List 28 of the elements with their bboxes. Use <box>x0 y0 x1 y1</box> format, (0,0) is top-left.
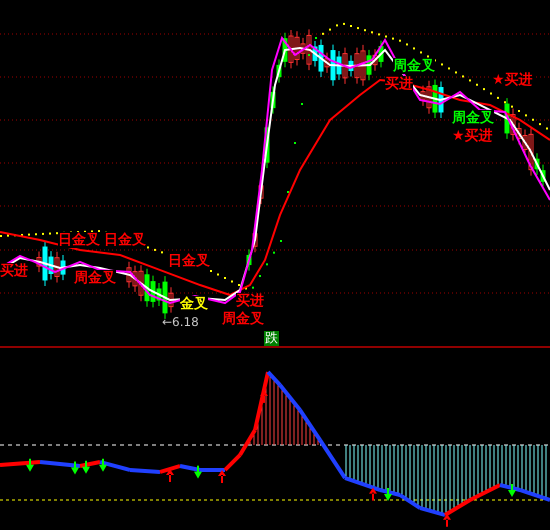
up-arrow-icon <box>218 470 226 483</box>
signal-label: 周金叉 <box>222 311 264 327</box>
signal-label: 周金叉 <box>74 270 116 286</box>
down-arrow-icon <box>384 488 392 501</box>
signal-label: 金叉 <box>180 296 208 312</box>
signal-label: 周金叉 <box>452 110 494 126</box>
signal-label: 日金叉 <box>168 253 210 269</box>
up-arrow-icon <box>166 469 174 482</box>
up-arrow-icon <box>260 390 268 403</box>
signal-label: 日金叉 <box>58 232 100 248</box>
signal-label: 买进 <box>385 76 413 92</box>
signal-label: ★买进 <box>452 128 493 144</box>
candlestick <box>270 86 276 114</box>
signal-label: 周金叉 <box>393 58 435 74</box>
fall-badge: 跌 <box>264 331 279 346</box>
signal-label: 买进 <box>0 263 28 279</box>
up-arrow-icon <box>443 514 451 527</box>
signal-label: 日金叉 <box>104 232 146 248</box>
down-arrow-icon <box>194 466 202 479</box>
down-arrow-icon <box>26 458 34 472</box>
down-arrow-icon <box>99 458 107 472</box>
price-label: ←6.18 <box>162 315 199 329</box>
signal-label: 买进 <box>236 293 264 309</box>
up-arrow-icon <box>369 488 377 501</box>
down-arrow-icon <box>82 460 90 474</box>
down-arrow-icon <box>71 462 79 474</box>
signal-label: ★买进 <box>492 72 533 88</box>
down-arrow-icon <box>508 484 516 497</box>
